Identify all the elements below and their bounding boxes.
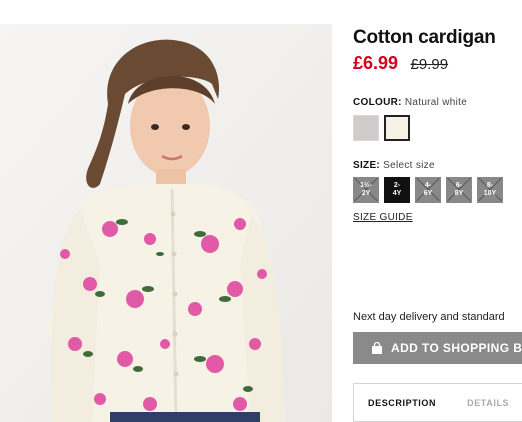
size-option-2-4y[interactable]: 2- 4Y: [384, 177, 410, 203]
colour-swatch-grey[interactable]: [353, 115, 379, 141]
product-photo: [0, 24, 332, 422]
price-row: £6.99 £9.99: [353, 53, 448, 74]
sale-price: £6.99: [353, 53, 399, 73]
delivery-info: Next day delivery and standard: [353, 311, 505, 323]
size-option-text: 2-: [393, 182, 401, 189]
colour-value: Natural white: [404, 97, 468, 108]
product-tabs: DESCRIPTION DETAILS: [353, 383, 522, 422]
size-guide-link[interactable]: SIZE GUIDE: [353, 212, 413, 223]
size-option-text: 2Y: [361, 190, 371, 197]
size-option-text: 4-: [424, 182, 432, 189]
colour-heading: COLOUR:: [353, 97, 402, 108]
product-info-panel: Cotton cardigan £6.99 £9.99 COLOUR: Natu…: [353, 0, 522, 422]
size-option-8-10y[interactable]: 8- 10Y: [477, 177, 503, 203]
size-option-text: 8-: [486, 182, 494, 189]
size-option-text: 10Y: [483, 190, 497, 197]
shopping-bag-icon: [372, 342, 382, 354]
size-option-6-8y[interactable]: 6- 8Y: [446, 177, 472, 203]
size-option-text: 8Y: [454, 190, 464, 197]
colour-swatch-natural-white[interactable]: [384, 115, 410, 141]
colour-label: COLOUR: Natural white: [353, 97, 467, 108]
size-option-text: 4Y: [392, 190, 402, 197]
tab-details[interactable]: DETAILS: [467, 398, 509, 408]
size-option-text: 6-: [455, 182, 463, 189]
size-option-text: 6Y: [423, 190, 433, 197]
original-price: £9.99: [410, 56, 449, 73]
tab-description[interactable]: DESCRIPTION: [368, 398, 436, 408]
add-to-bag-label: ADD TO SHOPPING BAG: [391, 341, 522, 355]
size-prompt: Select size: [383, 160, 435, 171]
add-to-bag-button[interactable]: ADD TO SHOPPING BAG: [353, 332, 522, 364]
size-option-text: 1½-: [359, 182, 373, 189]
size-heading: SIZE:: [353, 160, 381, 171]
product-image[interactable]: [0, 24, 332, 422]
size-option-1-5-2y[interactable]: 1½- 2Y: [353, 177, 379, 203]
size-label: SIZE: Select size: [353, 160, 435, 171]
size-option-4-6y[interactable]: 4- 6Y: [415, 177, 441, 203]
product-title: Cotton cardigan: [353, 27, 496, 48]
